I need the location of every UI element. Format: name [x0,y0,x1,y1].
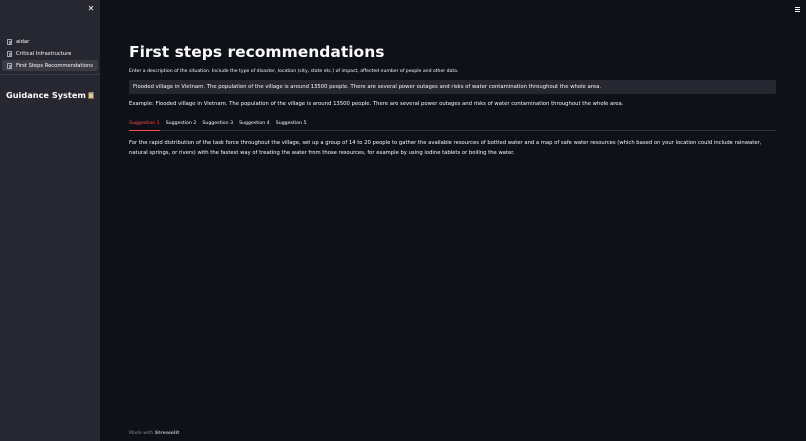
streamlit-link[interactable]: Streamlit [155,431,180,436]
tab-suggestion-3[interactable]: Suggestion 3 [202,119,233,131]
suggestion-tabs: Suggestion 1 Suggestion 2 Suggestion 3 S… [129,119,776,131]
suggestion-text: For the rapid distribution of the task f… [129,140,762,156]
sidebar-item-aidar[interactable]: aidar [2,36,98,47]
sidebar-item-critical-infrastructure[interactable]: Critical Infrastructure [2,48,98,59]
situation-input[interactable] [129,80,776,94]
document-icon [7,38,12,45]
sidebar-title: Guidance System [6,90,94,100]
sidebar-title-text: Guidance System [6,90,86,100]
footer: Made with Streamlit [129,431,179,436]
document-icon [7,62,12,69]
tab-suggestion-4[interactable]: Suggestion 4 [239,119,270,131]
tab-suggestion-1[interactable]: Suggestion 1 [129,119,160,131]
close-sidebar-icon[interactable]: ✕ [86,4,96,14]
sidebar-divider [0,74,100,75]
clipboard-icon [87,92,94,99]
document-icon [7,50,12,57]
sidebar-item-first-steps-recommendations[interactable]: First Steps Recommendations [2,60,98,71]
sidebar-item-label: Critical Infrastructure [16,50,72,57]
footer-prefix: Made with [129,431,154,436]
hamburger-menu-icon[interactable] [792,4,802,14]
page-title: First steps recommendations [129,43,385,61]
example-text: Example: Flooded village in Vietnam. The… [129,101,624,107]
tab-suggestion-5[interactable]: Suggestion 5 [276,119,307,131]
sidebar: ✕ aidar Critical Infrastructure First St… [0,0,100,441]
sidebar-item-label: aidar [16,38,30,45]
sidebar-item-label: First Steps Recommendations [16,62,94,69]
situation-input-label: Enter a description of the situation. In… [129,69,459,74]
sidebar-nav: aidar Critical Infrastructure First Step… [2,36,98,72]
tab-suggestion-2[interactable]: Suggestion 2 [166,119,197,131]
